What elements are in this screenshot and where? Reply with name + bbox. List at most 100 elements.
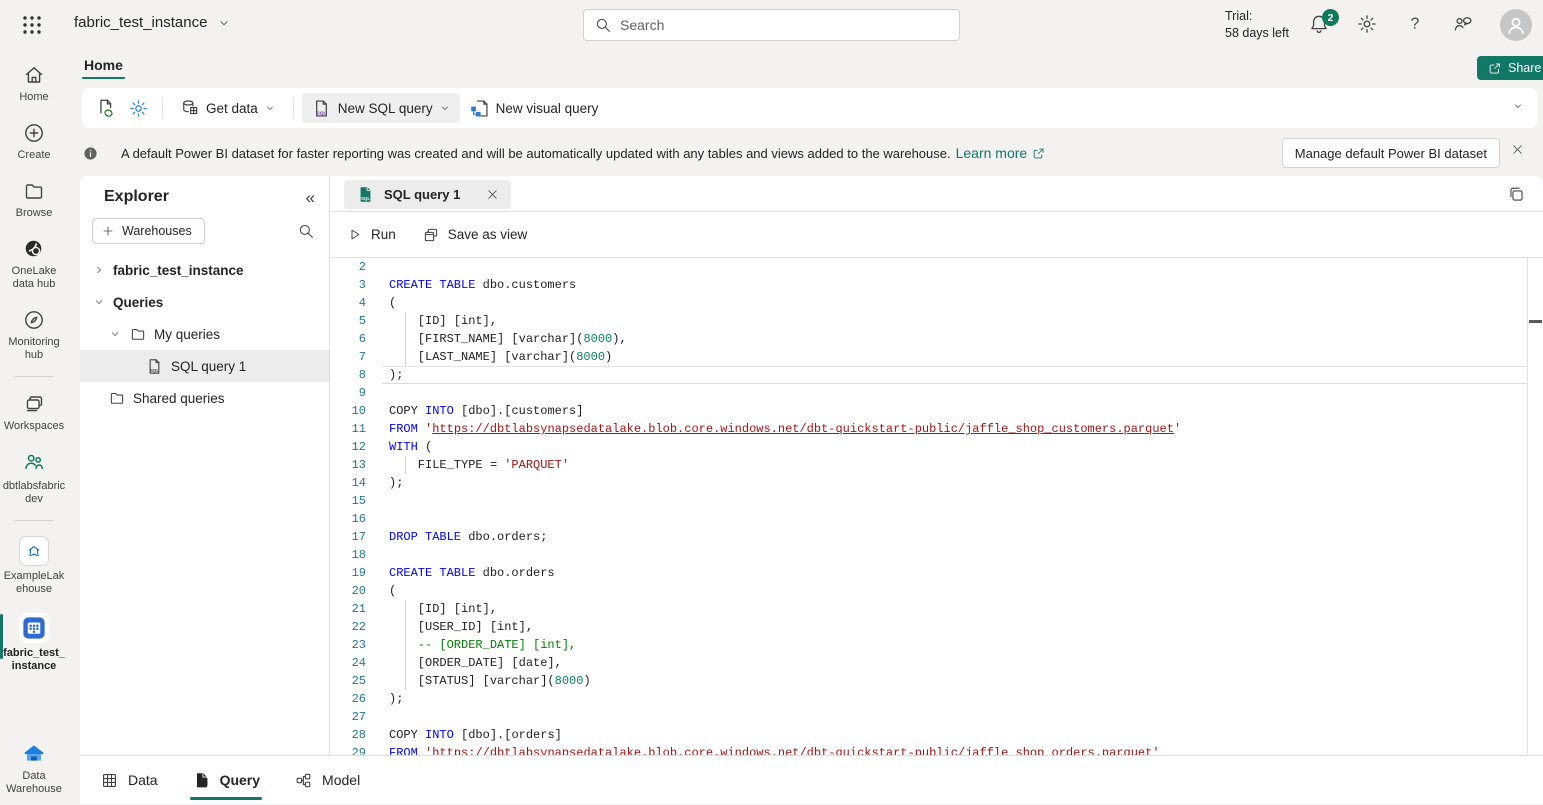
collapse-explorer-icon[interactable]: « <box>306 189 315 206</box>
ribbon-tab-home[interactable]: Home <box>82 55 125 81</box>
external-link-icon <box>1031 146 1046 161</box>
code-line[interactable]: 26); <box>330 690 1527 708</box>
code-line[interactable]: 28COPY INTO [dbo].[orders] <box>330 726 1527 744</box>
sidebar-item-workspaces[interactable]: Workspaces <box>0 383 68 441</box>
sidebar-item-data-warehouse[interactable]: Data Warehouse <box>0 731 68 804</box>
code-line[interactable]: 17DROP TABLE dbo.orders; <box>330 528 1527 546</box>
code-line[interactable]: 18 <box>330 546 1527 564</box>
sidebar-item-label: ExampleLakehouse <box>2 570 66 596</box>
model-icon <box>294 771 313 790</box>
run-button[interactable]: Run <box>346 226 396 243</box>
get-data-button[interactable]: Get data <box>171 93 285 123</box>
sidebar-item-dbtlabsfabricdev[interactable]: dbtlabsfabricdev <box>0 441 68 514</box>
code-line[interactable]: 3CREATE TABLE dbo.customers <box>330 276 1527 294</box>
view-tab-query[interactable]: Query <box>190 756 262 805</box>
add-warehouses-button[interactable]: Warehouses <box>92 218 205 244</box>
line-number: 18 <box>330 546 366 564</box>
query-doc-icon <box>192 771 211 790</box>
sidebar-item-home[interactable]: Home <box>0 54 68 112</box>
code-line[interactable]: 13 FILE_TYPE = 'PARQUET' <box>330 456 1527 474</box>
help-button[interactable]: ? <box>1404 13 1428 37</box>
code-line[interactable]: 10COPY INTO [dbo].[customers] <box>330 402 1527 420</box>
code-line[interactable]: 29FROM 'https://dbtlabsynapsedatalake.bl… <box>330 744 1527 755</box>
explorer-search-icon[interactable] <box>297 222 315 240</box>
toolbar-divider <box>162 97 163 119</box>
code-line[interactable]: 22 [USER_ID] [int], <box>330 618 1527 636</box>
line-number: 28 <box>330 726 366 744</box>
svg-text:SQL: SQL <box>361 196 370 201</box>
code-text: ); <box>389 474 403 492</box>
sidebar-item-monitoring-hub[interactable]: Monitoring hub <box>0 299 68 370</box>
code-line[interactable]: 7 [LAST_NAME] [varchar](8000) <box>330 348 1527 366</box>
sidebar-item-fabric-test-instance[interactable]: fabric_test_instance <box>0 604 68 681</box>
share-button[interactable]: Share <box>1477 56 1543 80</box>
collapse-ribbon-button[interactable] <box>1512 100 1524 112</box>
visual-query-icon <box>469 98 490 119</box>
info-icon <box>82 145 99 162</box>
view-tab-data[interactable]: Data <box>98 756 160 805</box>
code-line[interactable]: 5 [ID] [int], <box>330 312 1527 330</box>
query-toolbar: Run Save as view <box>330 212 1543 258</box>
sidebar-item-examplelakehouse[interactable]: ExampleLakehouse <box>0 527 68 604</box>
warehouse-settings-button[interactable] <box>122 93 154 123</box>
new-visual-query-button[interactable]: New visual query <box>460 93 608 123</box>
person-icon <box>1503 12 1529 38</box>
learn-more-link[interactable]: Learn more <box>956 145 1047 161</box>
sql-code-editor[interactable]: 23CREATE TABLE dbo.customers4(5 [ID] [in… <box>330 258 1528 755</box>
save-as-view-button[interactable]: Save as view <box>422 226 528 244</box>
trial-status: Trial: 58 days left <box>1225 8 1289 42</box>
code-line[interactable]: 6 [FIRST_NAME] [varchar](8000), <box>330 330 1527 348</box>
sidebar-item-browse[interactable]: Browse <box>0 170 68 228</box>
line-number: 5 <box>330 312 366 330</box>
create-icon <box>22 121 46 145</box>
tree-item[interactable]: Shared queries <box>80 382 329 414</box>
sidebar-item-label: dbtlabsfabricdev <box>2 480 66 506</box>
tree-item[interactable]: fabric_test_instance <box>80 254 329 286</box>
search-icon <box>297 222 315 240</box>
banner-close-button[interactable] <box>1510 142 1532 164</box>
query-tab[interactable]: SQL SQL query 1 <box>344 180 511 209</box>
copy-icon[interactable] <box>1507 185 1527 205</box>
code-line[interactable]: 20( <box>330 582 1527 600</box>
sidebar-item-create[interactable]: Create <box>0 112 68 170</box>
close-tab-icon[interactable] <box>483 186 501 204</box>
tree-item[interactable]: My queries <box>80 318 329 350</box>
code-line[interactable]: 2 <box>330 258 1527 276</box>
code-line[interactable]: 23 -- [ORDER_DATE] [int], <box>330 636 1527 654</box>
account-avatar[interactable] <box>1500 9 1532 41</box>
code-line[interactable]: 4( <box>330 294 1527 312</box>
sidebar-item-onelake-data-hub[interactable]: OneLake data hub <box>0 228 68 299</box>
folder-icon <box>129 325 147 343</box>
code-line[interactable]: 8); <box>330 366 1527 384</box>
view-tab-label: Data <box>128 772 158 788</box>
code-line[interactable]: 12WITH ( <box>330 438 1527 456</box>
people-icon <box>21 450 47 476</box>
code-line[interactable]: 19CREATE TABLE dbo.orders <box>330 564 1527 582</box>
settings-icon <box>128 98 149 119</box>
feedback-button[interactable] <box>1452 13 1476 37</box>
line-number: 22 <box>330 618 366 636</box>
new-sql-query-button[interactable]: SQL New SQL query <box>302 93 460 123</box>
code-line[interactable]: 15 <box>330 492 1527 510</box>
manage-dataset-button[interactable]: Manage default Power BI dataset <box>1282 138 1500 168</box>
code-text: FROM 'https://dbtlabsynapsedatalake.blob… <box>389 420 1181 438</box>
tree-item[interactable]: Queries <box>80 286 329 318</box>
code-line[interactable]: 24 [ORDER_DATE] [date], <box>330 654 1527 672</box>
code-line[interactable]: 11FROM 'https://dbtlabsynapsedatalake.bl… <box>330 420 1527 438</box>
code-line[interactable]: 21 [ID] [int], <box>330 600 1527 618</box>
code-line[interactable]: 25 [STATUS] [varchar](8000) <box>330 672 1527 690</box>
workspace-switcher[interactable]: fabric_test_instance <box>74 14 231 31</box>
search-input[interactable]: Search <box>583 9 960 41</box>
view-tab-model[interactable]: Model <box>292 756 362 805</box>
code-line[interactable]: 27 <box>330 708 1527 726</box>
app-launcher-button[interactable] <box>20 13 48 37</box>
settings-button[interactable] <box>1356 13 1380 37</box>
editor-scrollbar[interactable] <box>1528 258 1543 755</box>
code-line[interactable]: 14); <box>330 474 1527 492</box>
home-icon <box>22 63 46 87</box>
tree-item[interactable]: SQLSQL query 1 <box>80 350 329 382</box>
code-line[interactable]: 16 <box>330 510 1527 528</box>
code-line[interactable]: 9 <box>330 384 1527 402</box>
refresh-button[interactable] <box>90 93 122 123</box>
tree-item-label: Queries <box>113 295 163 310</box>
